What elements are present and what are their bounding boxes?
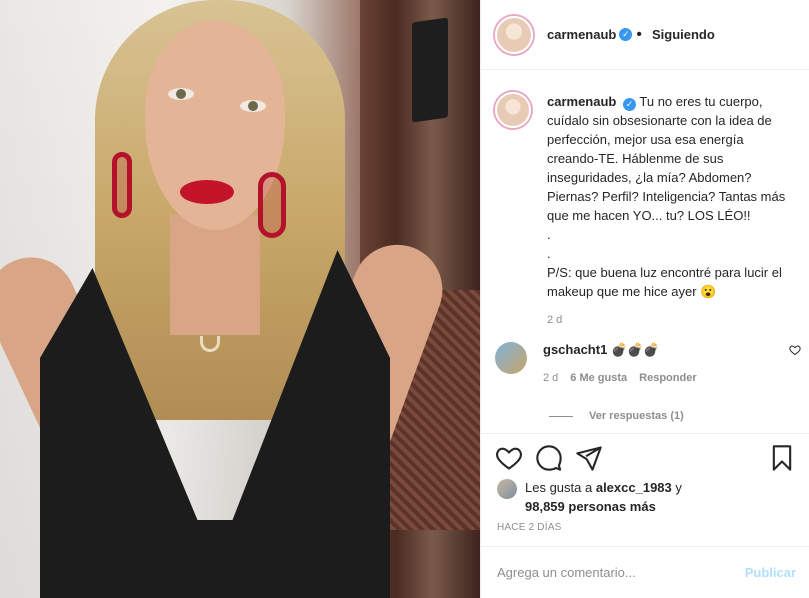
comment-body: gschacht1 💣💣💣 2 d 6 Me gusta Responder <box>543 342 801 384</box>
caption-avatar[interactable] <box>495 92 531 128</box>
caption-text: Tu no eres tu cuerpo, cuídalo sin obsesi… <box>547 94 786 299</box>
caption-age[interactable]: 2 d <box>547 311 795 330</box>
caption-body: carmenaub ✓ Tu no eres tu cuerpo, cuídal… <box>547 92 795 330</box>
reply-button[interactable]: Responder <box>639 372 696 384</box>
author-username[interactable]: carmenaub <box>547 27 616 42</box>
caption-username[interactable]: carmenaub <box>547 94 616 109</box>
heart-icon[interactable] <box>789 344 801 356</box>
verified-icon: ✓ <box>623 98 636 111</box>
following-button[interactable]: Siguiendo <box>652 27 715 42</box>
heart-icon[interactable] <box>495 444 523 472</box>
photo-earring <box>258 172 286 238</box>
share-icon[interactable] <box>575 444 603 472</box>
photo-earring <box>112 152 132 218</box>
header-separator: • <box>636 25 642 43</box>
photo-eye <box>168 88 194 100</box>
likes-summary: Les gusta a alexcc_1983 y 98,859 persona… <box>497 478 682 516</box>
liker-username[interactable]: alexcc_1983 <box>596 480 672 495</box>
action-bar <box>481 433 809 481</box>
likes-joiner: y <box>675 480 682 495</box>
post-timestamp[interactable]: HACE 2 DÍAS <box>497 522 561 533</box>
post-comment-button[interactable]: Publicar <box>745 565 796 580</box>
comment-meta: 2 d 6 Me gusta Responder <box>543 372 801 384</box>
commenter-username[interactable]: gschacht1 <box>543 342 607 357</box>
photo-tv <box>412 17 448 123</box>
author-avatar[interactable] <box>495 15 533 54</box>
comment-item: gschacht1 💣💣💣 2 d 6 Me gusta Responder <box>495 342 801 384</box>
comment-icon[interactable] <box>535 444 563 472</box>
add-comment-bar: Publicar <box>481 546 809 598</box>
post-caption: carmenaub ✓ Tu no eres tu cuerpo, cuídal… <box>495 92 795 330</box>
likes-prefix: Les gusta a <box>525 480 593 495</box>
photo-neck <box>170 215 260 335</box>
comment-input[interactable] <box>497 565 745 580</box>
likes-count[interactable]: 98,859 personas más <box>525 499 656 514</box>
photo-lips <box>180 180 234 204</box>
view-replies[interactable]: Ver respuestas (1) <box>549 410 684 422</box>
comment-age[interactable]: 2 d <box>543 372 558 384</box>
likes-text: Les gusta a alexcc_1983 y 98,859 persona… <box>525 478 682 516</box>
liker-avatar[interactable] <box>497 479 517 499</box>
bookmark-icon[interactable] <box>768 444 796 472</box>
verified-icon: ✓ <box>619 28 633 41</box>
post-photo[interactable] <box>0 0 480 598</box>
replies-divider <box>549 415 573 417</box>
photo-eye <box>240 100 266 112</box>
post-panel: carmenaub ✓ • Siguiendo carmenaub ✓ Tu n… <box>480 0 809 598</box>
post-header: carmenaub ✓ • Siguiendo <box>481 0 809 70</box>
view-replies-label[interactable]: Ver respuestas (1) <box>589 410 684 422</box>
commenter-avatar[interactable] <box>495 342 527 374</box>
comment-text: 💣💣💣 <box>610 342 660 357</box>
comment-line: gschacht1 💣💣💣 <box>543 342 801 358</box>
comment-likes[interactable]: 6 Me gusta <box>570 372 627 384</box>
caption-text-block: carmenaub ✓ Tu no eres tu cuerpo, cuídal… <box>547 92 795 301</box>
